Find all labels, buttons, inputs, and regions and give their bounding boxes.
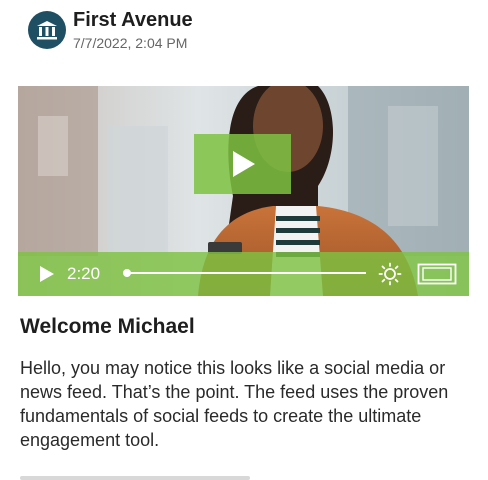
fullscreen-icon[interactable] (417, 263, 457, 285)
progress-track[interactable] (123, 269, 366, 277)
avatar[interactable] (28, 11, 66, 49)
post-timestamp: 7/7/2022, 2:04 PM (73, 35, 188, 51)
post-header: First Avenue 7/7/2022, 2:04 PM (28, 8, 193, 52)
play-icon (232, 151, 255, 177)
brightness-icon[interactable] (378, 262, 402, 286)
author-name[interactable]: First Avenue (73, 8, 193, 32)
bank-icon (37, 21, 57, 40)
play-control-icon[interactable] (38, 265, 56, 283)
video-controls: 2:20 (18, 252, 469, 296)
video-player[interactable]: 2:20 (18, 86, 469, 296)
play-overlay-button[interactable] (194, 134, 291, 194)
post-title: Welcome Michael (20, 315, 195, 338)
video-time: 2:20 (67, 264, 101, 283)
post-body: Hello, you may notice this looks like a … (20, 358, 449, 450)
next-post-preview (20, 472, 460, 480)
progress-knob[interactable] (123, 269, 131, 277)
